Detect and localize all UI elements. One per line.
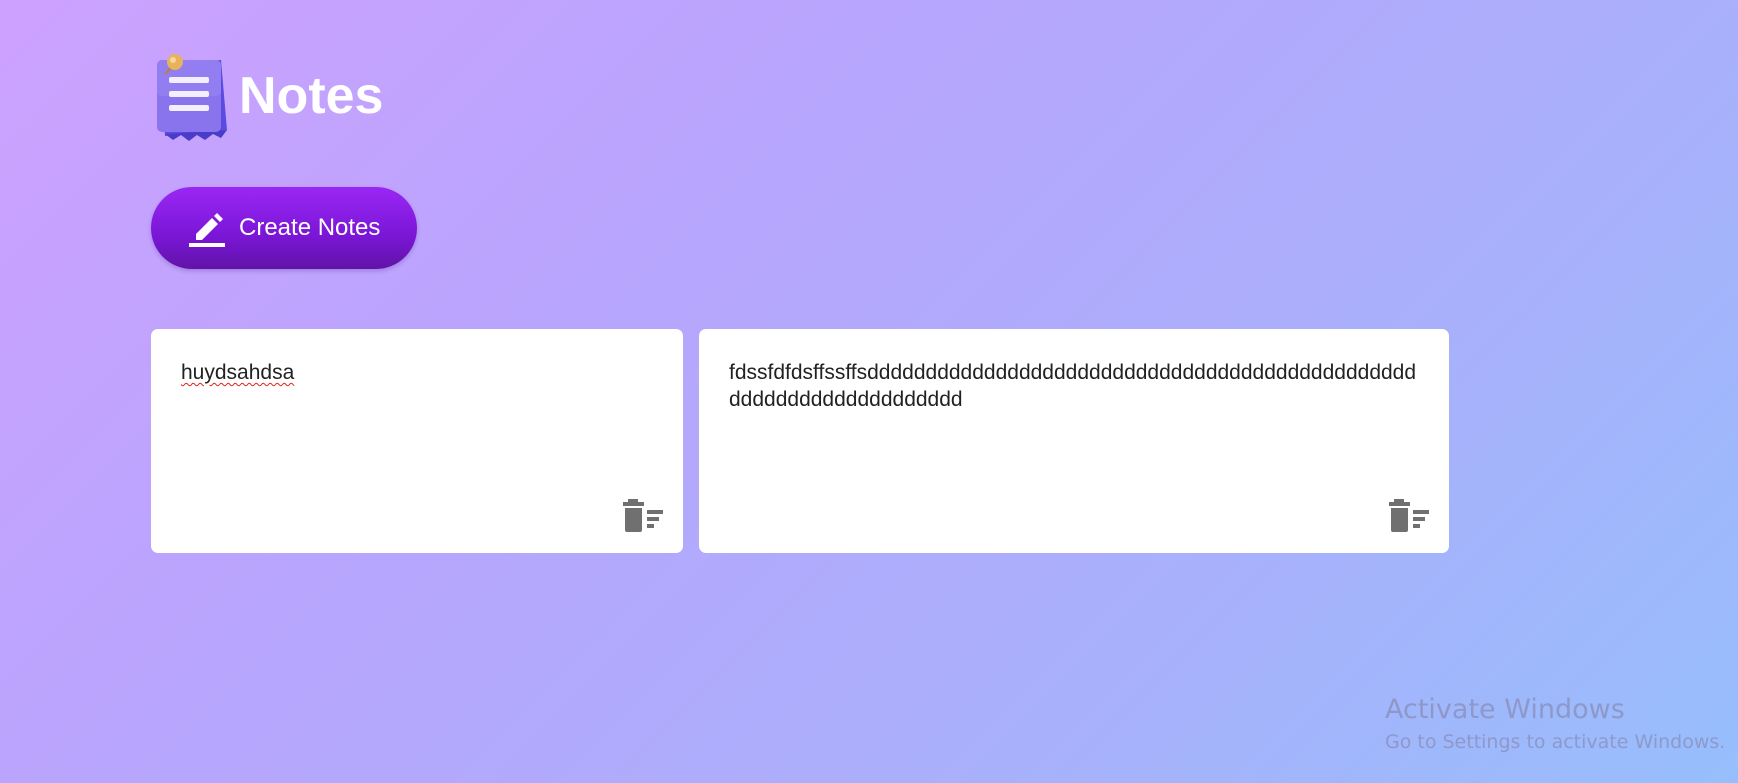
note-text[interactable]: huydsahdsa	[181, 359, 653, 386]
create-notes-label: Create Notes	[239, 214, 381, 241]
notes-app: Notes Create Notes huydsahdsa fdssfdfdsf…	[151, 50, 1449, 553]
watermark-title: Activate Windows	[1385, 694, 1625, 725]
delete-sweep-icon[interactable]	[623, 499, 663, 533]
note-text[interactable]: fdssfdfdsffssffsdddddddddddddddddddddddd…	[729, 359, 1419, 413]
activate-windows-watermark: Activate Windows Go to Settings to activ…	[1385, 693, 1725, 757]
note-text-content: fdssfdfdsffssffsdddddddddddddddddddddddd…	[729, 361, 1417, 411]
note-card: huydsahdsa	[151, 329, 683, 553]
notes-pad-icon	[151, 50, 233, 142]
page-title: Notes	[239, 67, 384, 125]
notes-list: huydsahdsa fdssfdfdsffssffsddddddddddddd…	[151, 329, 1449, 553]
note-card: fdssfdfdsffssffsdddddddddddddddddddddddd…	[699, 329, 1449, 553]
pencil-icon	[187, 208, 225, 248]
create-notes-button[interactable]: Create Notes	[151, 187, 417, 269]
watermark-subtitle: Go to Settings to activate Windows.	[1385, 731, 1726, 753]
delete-sweep-icon[interactable]	[1389, 499, 1429, 533]
app-header: Notes	[151, 50, 383, 142]
note-text-content: huydsahdsa	[181, 361, 295, 384]
